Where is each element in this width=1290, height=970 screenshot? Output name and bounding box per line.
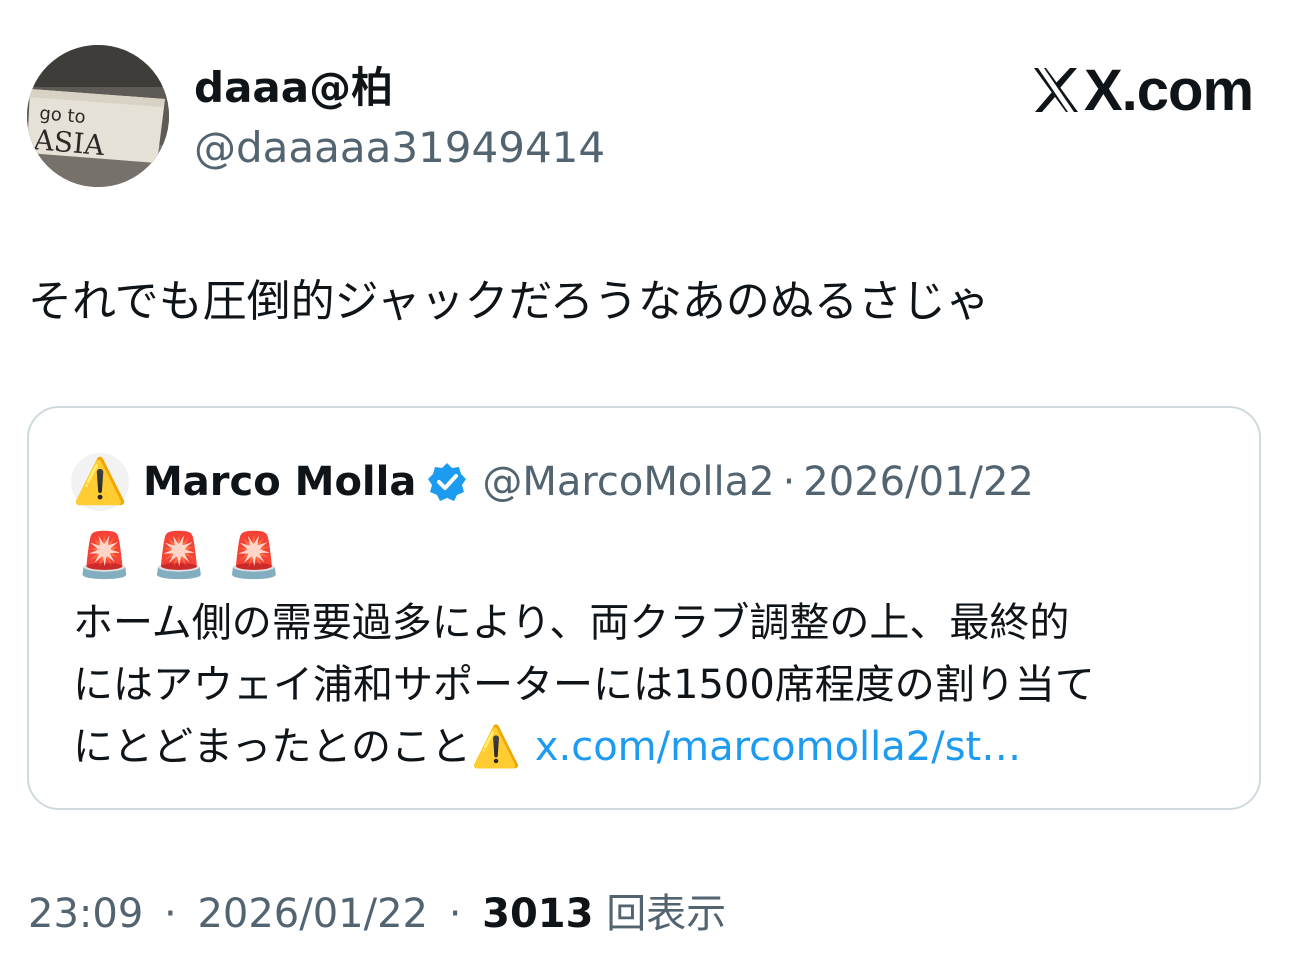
quoted-text-line: にはアウェイ浦和サポーターには1500席程度の割り当て — [73, 662, 1095, 708]
post-time[interactable]: 23:09 — [28, 891, 143, 937]
quoted-text-line: にとどまったとのこと⚠️ x.com/marcomolla2/st… — [73, 716, 1243, 778]
quoted-post-card[interactable]: ⚠️ Marco Molla @MarcoMolla2 · 2026/01/22… — [27, 406, 1261, 810]
quoted-author-name[interactable]: Marco Molla — [143, 459, 416, 505]
separator-dot: · — [448, 891, 462, 937]
separator-dot: · — [164, 891, 177, 937]
verified-badge-icon — [428, 463, 467, 501]
siren-icon: 🚨 — [151, 530, 207, 581]
warning-icon: ⚠️ — [72, 456, 128, 507]
author-display-name[interactable]: daaa@柏 — [194, 60, 393, 116]
separator-dot: · — [782, 459, 796, 505]
author-handle[interactable]: @daaaaa31949414 — [194, 120, 605, 176]
svg-text:ASIA: ASIA — [31, 123, 106, 162]
view-count-label: 回表示 — [606, 891, 727, 937]
quoted-text-segment: にとどまったとのこと⚠️ — [73, 724, 521, 770]
post-metadata: 23:09 · 2026/01/22 · 3013 回表示 — [28, 886, 726, 942]
siren-icon: 🚨 — [77, 530, 132, 581]
siren-icon: 🚨 — [226, 530, 282, 581]
quoted-post-text: ホーム側の需要過多により、両クラブ調整の上、最終的 にはアウェイ浦和サポーターに… — [73, 592, 1243, 778]
quoted-author-avatar[interactable]: ⚠️ — [71, 453, 129, 511]
view-count[interactable]: 3013 — [482, 891, 593, 937]
quoted-author-handle[interactable]: @MarcoMolla2 — [482, 459, 774, 505]
x-brand: X.com — [1030, 57, 1254, 123]
quoted-post-link[interactable]: x.com/marcomolla2/st… — [535, 724, 1021, 770]
post-text: それでも圧倒的ジャックだろうなあのぬるさじゃ — [28, 276, 990, 327]
post-date[interactable]: 2026/01/22 — [197, 891, 428, 937]
sign-photo-avatar: go to ASIA — [27, 45, 169, 187]
quoted-post-header: ⚠️ Marco Molla @MarcoMolla2 · 2026/01/22 — [71, 452, 1034, 512]
brand-text: X.com — [1084, 57, 1254, 123]
x-logo-icon — [1034, 68, 1078, 112]
author-avatar[interactable]: go to ASIA — [27, 45, 169, 187]
quoted-text-line: ホーム側の需要過多により、両クラブ調整の上、最終的 — [73, 600, 1070, 646]
quoted-post-date[interactable]: 2026/01/22 — [803, 459, 1034, 505]
siren-emoji-row: 🚨 🚨 🚨 — [77, 526, 281, 586]
